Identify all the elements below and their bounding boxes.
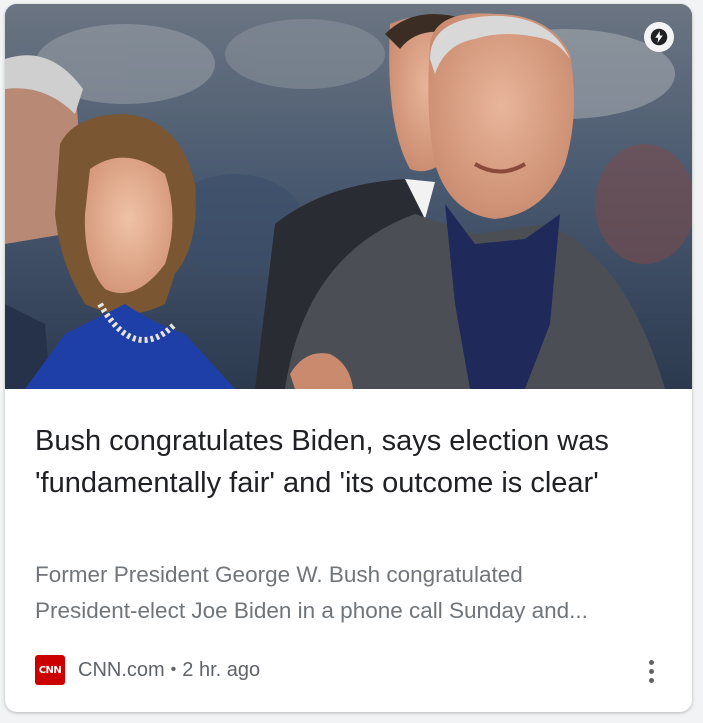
snippet-line-2: President-elect Joe Biden in a phone cal…	[35, 598, 588, 623]
article-image[interactable]	[5, 4, 692, 389]
publish-time: 2 hr. ago	[182, 658, 261, 681]
snippet-line-1: Former President George W. Bush congratu…	[35, 562, 523, 587]
more-vertical-icon[interactable]	[637, 654, 665, 688]
source-name[interactable]: CNN.com	[78, 659, 165, 682]
article-photo	[5, 4, 692, 389]
article-headline[interactable]: Bush congratulates Biden, says election …	[35, 420, 675, 504]
article-meta: CNN CNN.com • 2 hr. ago	[35, 650, 665, 690]
article-snippet: Former President George W. Bush congratu…	[35, 557, 665, 629]
lightning-bolt-icon	[644, 22, 674, 52]
meta-separator: •	[170, 661, 177, 678]
cnn-logo-icon: CNN	[35, 655, 65, 685]
news-card[interactable]: Bush congratulates Biden, says election …	[5, 4, 692, 712]
